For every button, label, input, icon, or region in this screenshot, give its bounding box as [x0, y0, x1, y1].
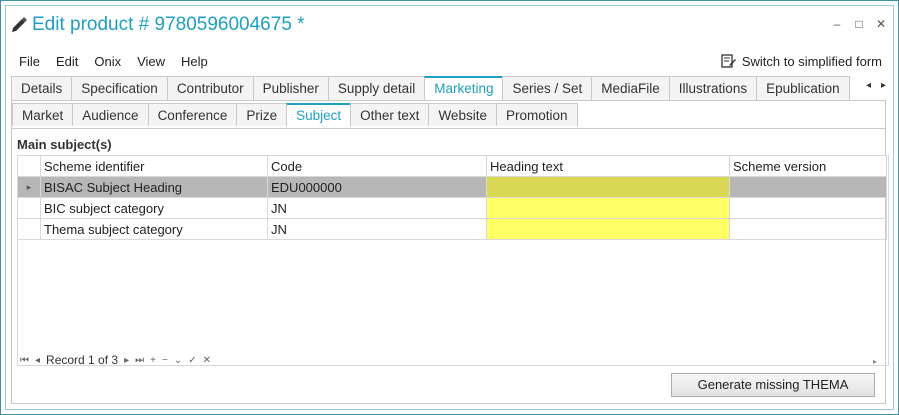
apply-edit-icon[interactable]: ✓: [188, 355, 196, 366]
cell-scheme[interactable]: Thema subject category: [40, 218, 268, 240]
scroll-right-icon[interactable]: ▸: [873, 357, 877, 366]
maximize-button[interactable]: □: [852, 17, 866, 31]
tab-scroll-right-icon[interactable]: ▸: [881, 80, 886, 91]
tab-epublication[interactable]: Epublication: [756, 76, 850, 100]
switch-simplified-label: Switch to simplified form: [741, 53, 882, 69]
grid-corner: [17, 155, 41, 177]
subtab-audience[interactable]: Audience: [72, 103, 149, 126]
menu-onix[interactable]: Onix: [86, 53, 129, 73]
remove-record-icon[interactable]: −: [162, 355, 168, 366]
subject-panel: Main subject(s) Scheme identifier Code H…: [12, 128, 889, 373]
subtab-prize[interactable]: Prize: [236, 103, 288, 126]
cell-code[interactable]: JN: [267, 197, 487, 219]
cell-scheme-version[interactable]: [729, 176, 887, 198]
cell-scheme-version[interactable]: [729, 197, 887, 219]
tab-mediafile[interactable]: MediaFile: [591, 76, 670, 100]
table-row[interactable]: BIC subject category JN: [17, 197, 887, 219]
column-header-scheme-version[interactable]: Scheme version: [729, 155, 887, 177]
tab-series-set[interactable]: Series / Set: [502, 76, 593, 100]
tab-marketing[interactable]: Marketing: [424, 76, 504, 100]
first-record-icon[interactable]: ⏮: [20, 355, 29, 366]
tab-scroll-controls: ◂ ▸: [866, 80, 886, 91]
switch-simplified-form-button[interactable]: Switch to simplified form: [720, 53, 882, 69]
cell-scheme[interactable]: BIC subject category: [40, 197, 268, 219]
menu-help[interactable]: Help: [173, 53, 216, 73]
menu-view[interactable]: View: [129, 53, 173, 73]
title-bar: Edit product # 9780596004675 * – □ ✕: [7, 11, 888, 41]
record-navigator: ⏮ ◂ Record 1 of 3 ▸ ⏭ + − ⌄ ✓ ✕: [20, 353, 211, 367]
cell-heading-text[interactable]: [486, 176, 730, 198]
menu-bar: File Edit Onix View Help: [11, 53, 216, 73]
pencil-icon: [12, 17, 27, 32]
next-record-icon[interactable]: ▸: [124, 355, 129, 366]
column-header-heading-text[interactable]: Heading text: [486, 155, 730, 177]
column-header-code[interactable]: Code: [267, 155, 487, 177]
last-record-icon[interactable]: ⏭: [135, 355, 144, 366]
row-selected-indicator-icon: ▸: [17, 176, 41, 198]
window-title: Edit product # 9780596004675 *: [32, 14, 305, 35]
row-indicator: [17, 218, 41, 240]
cell-code[interactable]: EDU000000: [267, 176, 487, 198]
record-counter: Record 1 of 3: [46, 353, 119, 367]
subjects-grid: Scheme identifier Code Heading text Sche…: [17, 155, 887, 240]
edit-product-window: Edit product # 9780596004675 * – □ ✕ Fil…: [0, 0, 899, 415]
generate-missing-thema-button[interactable]: Generate missing THEMA: [671, 373, 875, 397]
window-controls: – □ ✕: [830, 17, 888, 31]
marketing-panel: Market Audience Conference Prize Subject…: [11, 100, 889, 404]
table-row[interactable]: ▸ BISAC Subject Heading EDU000000: [17, 176, 887, 198]
table-row[interactable]: Thema subject category JN: [17, 218, 887, 240]
minimize-button[interactable]: –: [830, 17, 844, 31]
grid-header-row: Scheme identifier Code Heading text Sche…: [17, 155, 887, 177]
tab-scroll-left-icon[interactable]: ◂: [866, 80, 871, 91]
subtab-other-text[interactable]: Other text: [350, 103, 430, 126]
cell-scheme[interactable]: BISAC Subject Heading: [40, 176, 268, 198]
menu-edit[interactable]: Edit: [48, 53, 86, 73]
prev-record-icon[interactable]: ◂: [35, 355, 40, 366]
subtab-market[interactable]: Market: [12, 103, 74, 126]
tab-details[interactable]: Details: [11, 76, 73, 100]
tab-contributor[interactable]: Contributor: [166, 76, 254, 100]
subtab-website[interactable]: Website: [428, 103, 497, 126]
cell-heading-text[interactable]: [486, 218, 730, 240]
menu-file[interactable]: File: [11, 53, 48, 73]
cell-code[interactable]: JN: [267, 218, 487, 240]
tab-publisher[interactable]: Publisher: [252, 76, 329, 100]
edit-form-icon: [721, 54, 736, 68]
tab-illustrations[interactable]: Illustrations: [668, 76, 758, 100]
main-tab-strip: Details Specification Contributor Publis…: [11, 76, 886, 100]
sub-tab-strip: Market Audience Conference Prize Subject…: [12, 103, 578, 126]
subtab-conference[interactable]: Conference: [147, 103, 238, 126]
add-record-icon[interactable]: +: [150, 355, 156, 366]
cell-heading-text[interactable]: [486, 197, 730, 219]
tab-specification[interactable]: Specification: [71, 76, 168, 100]
cell-scheme-version[interactable]: [729, 218, 887, 240]
tab-supply-detail[interactable]: Supply detail: [327, 76, 426, 100]
close-button[interactable]: ✕: [874, 17, 888, 31]
column-header-scheme[interactable]: Scheme identifier: [40, 155, 268, 177]
row-indicator: [17, 197, 41, 219]
cancel-edit-icon[interactable]: ✕: [203, 355, 211, 366]
subtab-promotion[interactable]: Promotion: [495, 103, 578, 126]
edit-record-icon[interactable]: ⌄: [174, 355, 182, 366]
subtab-subject[interactable]: Subject: [286, 103, 352, 126]
section-title: Main subject(s): [17, 137, 112, 152]
